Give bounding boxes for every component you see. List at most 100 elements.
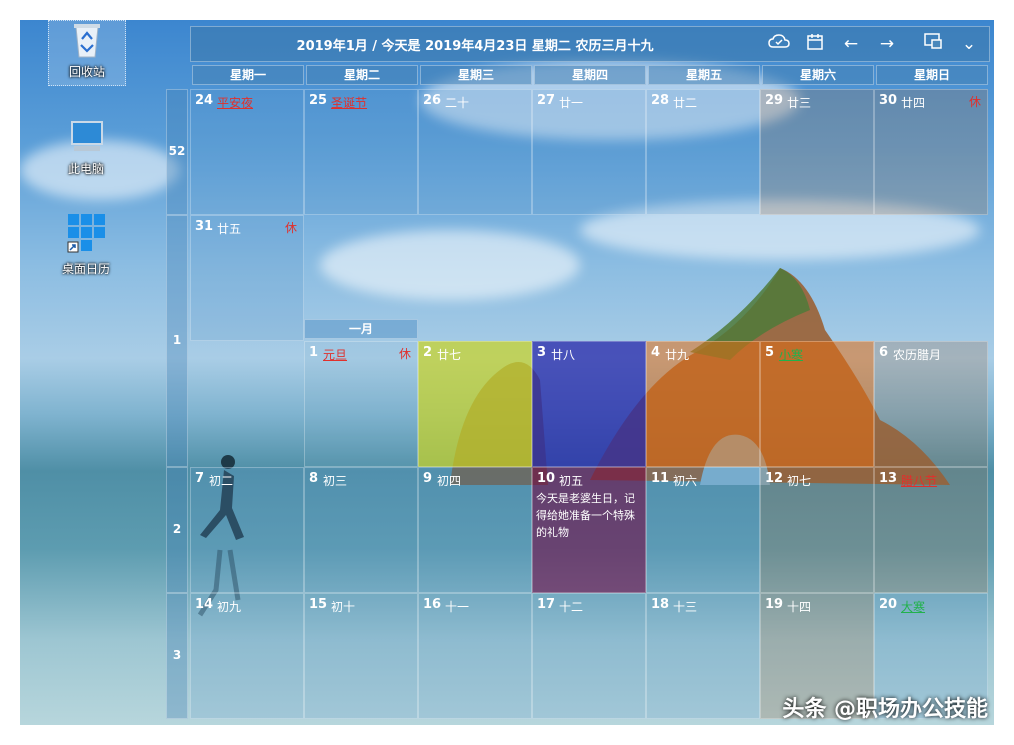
watermark: 头条 @职场办公技能: [782, 697, 988, 722]
chevron-down-icon: ⌄: [961, 34, 977, 54]
lunar-date: 十三: [673, 600, 698, 614]
day-cell[interactable]: 8 初三: [304, 467, 418, 593]
next-month-button[interactable]: →: [875, 33, 899, 55]
day-number: 13: [879, 471, 898, 486]
day-cell[interactable]: 10 初五 今天是老婆生日，记得给她准备一个特殊的礼物: [532, 467, 646, 593]
festival-label[interactable]: 小寒: [779, 346, 803, 363]
lunar-date: 廿九: [665, 348, 690, 362]
festival-label[interactable]: 腊八节: [901, 472, 937, 489]
day-number: 15: [309, 597, 328, 612]
lunar-date: 农历腊月: [893, 348, 942, 362]
desktop-calendar-shortcut-icon: [67, 214, 105, 253]
this-pc[interactable]: 此电脑: [48, 118, 124, 177]
weekday-sun: 星期日: [876, 65, 988, 85]
day-cell[interactable]: 28 廿二: [646, 89, 760, 215]
day-cell[interactable]: 5 小寒: [760, 341, 874, 467]
day-cell[interactable]: 2 廿七: [418, 341, 532, 467]
recycle-bin[interactable]: 回收站: [48, 20, 126, 86]
lunar-date: 十四: [787, 600, 812, 614]
weekday-sat: 星期六: [762, 65, 874, 85]
festival-label[interactable]: 元旦: [323, 346, 347, 363]
month-label: 一月: [304, 319, 418, 339]
day-number: 25: [309, 93, 328, 108]
day-number: 16: [423, 597, 442, 612]
prev-month-button[interactable]: ←: [839, 33, 863, 55]
lunar-date: 廿四: [901, 96, 926, 110]
festival-label[interactable]: 圣诞节: [331, 94, 367, 111]
day-note[interactable]: 今天是老婆生日，记得给她准备一个特殊的礼物: [536, 490, 642, 541]
lunar-date: 初六: [673, 474, 698, 488]
computer-icon: [71, 121, 103, 151]
lunar-date: 廿八: [551, 348, 576, 362]
calendar-icon: [807, 34, 823, 50]
week-number: 52: [166, 89, 188, 215]
calendar-header-bar: 2019年1月 / 今天是 2019年4月23日 星期二 农历三月十九 ← → …: [190, 26, 990, 62]
window-mode-button[interactable]: [921, 33, 945, 55]
day-cell[interactable]: 1 元旦 休: [304, 341, 418, 467]
lunar-date: 初四: [437, 474, 462, 488]
day-cell[interactable]: 7 初二: [190, 467, 304, 593]
day-number: 6: [879, 345, 889, 360]
menu-dropdown-button[interactable]: ⌄: [957, 33, 981, 55]
weekday-thu: 星期四: [534, 65, 646, 85]
day-cell[interactable]: 15 初十: [304, 593, 418, 719]
recycle-bin-icon: [74, 24, 100, 58]
day-cell[interactable]: 17 十二: [532, 593, 646, 719]
day-cell[interactable]: 3 廿八: [532, 341, 646, 467]
day-cell[interactable]: 24 平安夜: [190, 89, 304, 215]
cloud-sync-button[interactable]: [767, 33, 791, 55]
arrow-right-icon: →: [879, 34, 895, 54]
week-number: 2: [166, 467, 188, 593]
day-number: 1: [309, 345, 319, 360]
day-cell[interactable]: 9 初四: [418, 467, 532, 593]
lunar-date: 廿七: [437, 348, 462, 362]
day-number: 14: [195, 597, 214, 612]
week-number: 3: [166, 593, 188, 719]
day-number: 30: [879, 93, 898, 108]
day-cell[interactable]: 12 初七: [760, 467, 874, 593]
day-number: 17: [537, 597, 556, 612]
arrow-left-icon: ←: [843, 34, 859, 54]
day-cell[interactable]: 31 廿五 休: [190, 215, 304, 341]
weekday-tue: 星期二: [306, 65, 418, 85]
day-cell[interactable]: 6 农历腊月: [874, 341, 988, 467]
day-cell[interactable]: 11 初六: [646, 467, 760, 593]
lunar-date: 廿二: [673, 96, 698, 110]
weekday-wed: 星期三: [420, 65, 532, 85]
day-number: 20: [879, 597, 898, 612]
desktop-calendar-shortcut[interactable]: 桌面日历: [48, 212, 124, 277]
day-cell[interactable]: 27 廿一: [532, 89, 646, 215]
day-number: 19: [765, 597, 784, 612]
cloud: [320, 230, 580, 300]
lunar-date: 初十: [331, 600, 356, 614]
day-number: 10: [537, 471, 556, 486]
day-cell[interactable]: 29 廿三: [760, 89, 874, 215]
day-number: 26: [423, 93, 442, 108]
day-cell[interactable]: 25 圣诞节: [304, 89, 418, 215]
day-cell[interactable]: 26 二十: [418, 89, 532, 215]
this-pc-label: 此电脑: [67, 162, 104, 176]
weekday-mon: 星期一: [192, 65, 304, 85]
day-cell[interactable]: 4 廿九: [646, 341, 760, 467]
holiday-rest-badge: 休: [284, 221, 297, 235]
day-cell[interactable]: 14 初九: [190, 593, 304, 719]
lunar-date: 廿三: [787, 96, 812, 110]
day-number: 31: [195, 219, 214, 234]
day-cell[interactable]: 30 廿四 休: [874, 89, 988, 215]
holiday-rest-badge: 休: [398, 347, 411, 361]
day-cell[interactable]: 16 十一: [418, 593, 532, 719]
day-number: 27: [537, 93, 556, 108]
lunar-date: 十二: [559, 600, 584, 614]
day-cell[interactable]: 18 十三: [646, 593, 760, 719]
festival-label[interactable]: 平安夜: [217, 94, 253, 111]
week-number: 1: [166, 215, 188, 467]
day-number: 28: [651, 93, 670, 108]
festival-label[interactable]: 大寒: [901, 598, 925, 615]
lunar-date: 初九: [217, 600, 242, 614]
weekday-fri: 星期五: [648, 65, 760, 85]
day-cell[interactable]: 13 腊八节: [874, 467, 988, 593]
day-number: 18: [651, 597, 670, 612]
holiday-rest-badge: 休: [968, 95, 981, 109]
desktop: 回收站 此电脑 桌面日历 2019年1月 / 今天是 2019年4月23日 星期…: [20, 20, 994, 725]
calendar-view-button[interactable]: [803, 33, 827, 55]
